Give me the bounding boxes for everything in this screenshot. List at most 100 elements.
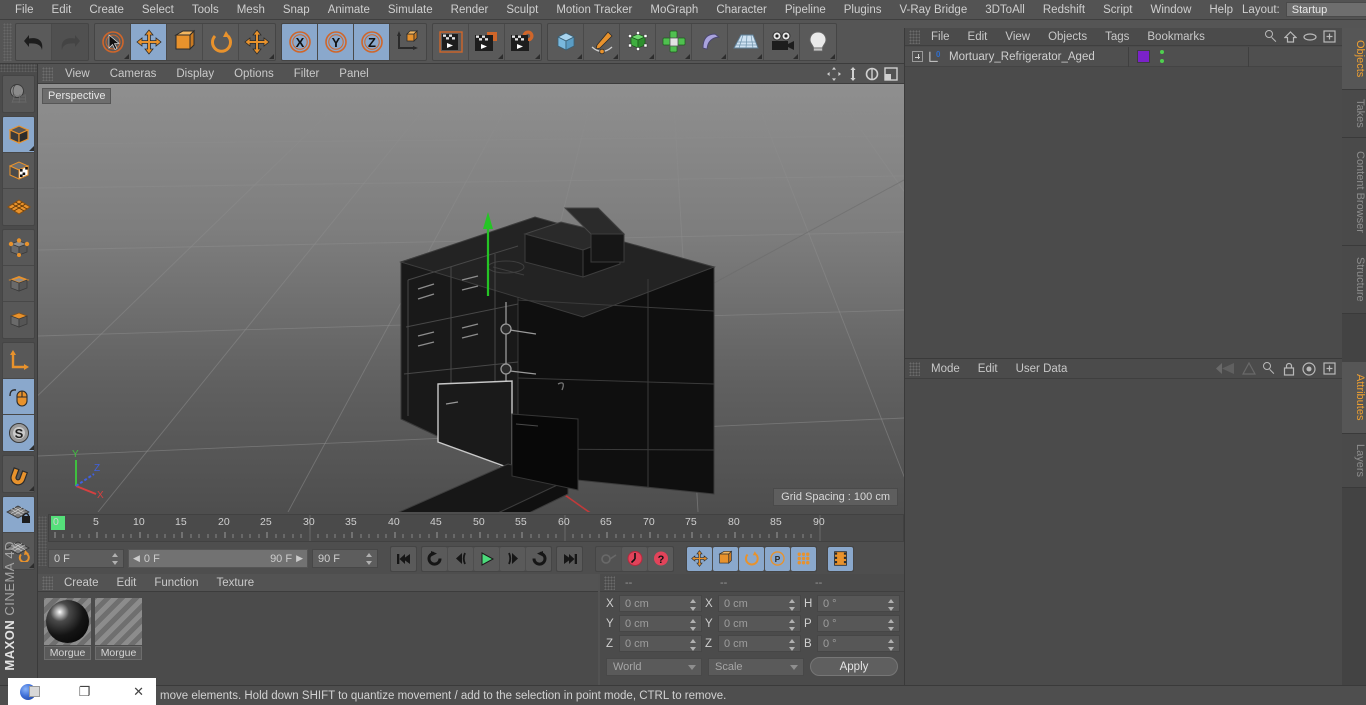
menu-item-window[interactable]: Window [1141, 0, 1200, 20]
viewport-menu-cameras[interactable]: Cameras [100, 64, 167, 84]
make-editable-button[interactable] [3, 76, 34, 112]
menu-item-select[interactable]: Select [133, 0, 183, 20]
scale-tool-button[interactable] [167, 23, 203, 60]
chrome-icon[interactable] [20, 683, 40, 700]
pos-y-input[interactable]: 0 cm [619, 615, 702, 632]
viewport-menu-display[interactable]: Display [166, 64, 224, 84]
add-array-button[interactable] [656, 23, 692, 60]
spinner-icon[interactable] [690, 638, 697, 652]
move-tool-button[interactable] [131, 23, 167, 60]
spinner-icon[interactable] [888, 638, 895, 652]
menu-item-vray-bridge[interactable]: V-Ray Bridge [890, 0, 976, 20]
workplane-mode-button[interactable] [3, 189, 34, 225]
material-menu-texture[interactable]: Texture [207, 574, 263, 592]
target-icon[interactable] [1302, 361, 1316, 376]
object-menu-file[interactable]: File [922, 28, 959, 46]
world-coordinates-button[interactable] [390, 23, 426, 60]
tab-content-browser[interactable]: Content Browser [1342, 138, 1366, 246]
pan-icon[interactable] [826, 66, 841, 81]
menu-item-tools[interactable]: Tools [183, 0, 228, 20]
timeline-ruler[interactable]: 0 5 10 15 20 25 30 35 40 45 50 55 60 65 … [48, 514, 904, 542]
add-light-button[interactable] [800, 23, 836, 60]
menu-item-character[interactable]: Character [707, 0, 776, 20]
material-preview[interactable] [95, 598, 142, 645]
history-forward-icon[interactable] [1242, 362, 1256, 375]
soft-selection-button[interactable]: S [3, 415, 34, 451]
frame-range-slider[interactable]: ◀ 0 F 90 F ▶ [128, 549, 308, 568]
menu-item-help[interactable]: Help [1200, 0, 1242, 20]
timeline-view-button[interactable] [828, 546, 853, 571]
orbit-icon[interactable] [864, 66, 879, 81]
rot-b-input[interactable]: 0 ° [817, 635, 900, 652]
record-keyframe-button[interactable] [622, 546, 647, 571]
record-position-button[interactable] [687, 546, 712, 571]
menu-item-snap[interactable]: Snap [274, 0, 319, 20]
plus-box-icon[interactable] [1323, 30, 1336, 43]
home-icon[interactable] [1284, 30, 1297, 43]
attribute-menu-edit[interactable]: Edit [969, 359, 1007, 379]
menu-item-redshift[interactable]: Redshift [1034, 0, 1094, 20]
add-camera-button[interactable] [764, 23, 800, 60]
loop-forward-button[interactable] [526, 546, 551, 571]
spinner-icon[interactable] [789, 638, 796, 652]
menu-item-3dtoall[interactable]: 3DToAll [976, 0, 1034, 20]
object-tags-cell[interactable] [1129, 46, 1249, 67]
object-manager-grip[interactable] [909, 29, 920, 44]
maximize-icon[interactable] [883, 66, 898, 81]
add-deformer-button[interactable] [692, 23, 728, 60]
step-forward-button[interactable] [500, 546, 525, 571]
material-menu-create[interactable]: Create [55, 574, 108, 592]
menu-item-simulate[interactable]: Simulate [379, 0, 442, 20]
viewport-grip[interactable] [42, 66, 53, 81]
tab-objects[interactable]: Objects [1342, 28, 1366, 90]
range-left-arrow-icon[interactable]: ◀ [133, 553, 140, 564]
lock-x-button[interactable]: X [282, 23, 318, 60]
perspective-viewport[interactable]: Perspective Grid Spacing : 100 cm Y X Z [38, 84, 904, 512]
menu-item-pipeline[interactable]: Pipeline [776, 0, 835, 20]
render-region-button[interactable] [469, 23, 505, 60]
record-parameter-button[interactable]: P [765, 546, 790, 571]
coordinates-grip[interactable] [604, 575, 615, 590]
spinner-icon[interactable] [888, 618, 895, 632]
lock-y-button[interactable]: Y [318, 23, 354, 60]
viewport-menu-filter[interactable]: Filter [284, 64, 330, 84]
snap-magnet-button[interactable] [3, 456, 34, 492]
loop-button[interactable] [422, 546, 447, 571]
tab-attributes[interactable]: Attributes [1342, 362, 1366, 434]
restore-window-button[interactable]: ❐ [79, 684, 91, 700]
add-generator-button[interactable] [620, 23, 656, 60]
global-move-button[interactable] [239, 23, 275, 60]
object-name-cell[interactable]: 0 Mortuary_Refrigerator_Aged [905, 46, 1129, 67]
add-scene-button[interactable] [728, 23, 764, 60]
redo-button[interactable] [52, 23, 88, 60]
viewport-menu-view[interactable]: View [55, 64, 100, 84]
expand-icon[interactable] [912, 51, 923, 62]
play-button[interactable] [474, 546, 499, 571]
go-to-end-button[interactable] [557, 546, 582, 571]
history-back-icon[interactable] [1215, 362, 1235, 375]
spinner-icon[interactable] [789, 598, 796, 612]
undo-button[interactable] [16, 23, 52, 60]
tab-takes[interactable]: Takes [1342, 90, 1366, 138]
lock-icon[interactable] [1283, 362, 1295, 376]
go-to-start-button[interactable] [391, 546, 416, 571]
workplane-lock-button[interactable] [3, 497, 34, 533]
material-tag-icon[interactable] [1137, 50, 1150, 63]
menu-item-create[interactable]: Create [80, 0, 133, 20]
menu-item-render[interactable]: Render [442, 0, 498, 20]
viewport-menu-panel[interactable]: Panel [329, 64, 378, 84]
menu-item-motion-tracker[interactable]: Motion Tracker [547, 0, 641, 20]
texture-mode-button[interactable] [3, 153, 34, 189]
attribute-manager-grip[interactable] [909, 361, 920, 376]
render-settings-button[interactable] [505, 23, 541, 60]
lock-z-button[interactable]: Z [354, 23, 390, 60]
spinner-icon[interactable] [366, 552, 373, 566]
object-menu-objects[interactable]: Objects [1039, 28, 1096, 46]
tab-layers[interactable]: Layers [1342, 434, 1366, 488]
material-menu-function[interactable]: Function [145, 574, 207, 592]
layout-select[interactable]: Startup [1285, 2, 1366, 17]
add-spline-button[interactable] [584, 23, 620, 60]
material-item[interactable]: Morgue [95, 598, 142, 660]
attribute-menu-user-data[interactable]: User Data [1007, 359, 1077, 379]
menu-item-edit[interactable]: Edit [43, 0, 81, 20]
